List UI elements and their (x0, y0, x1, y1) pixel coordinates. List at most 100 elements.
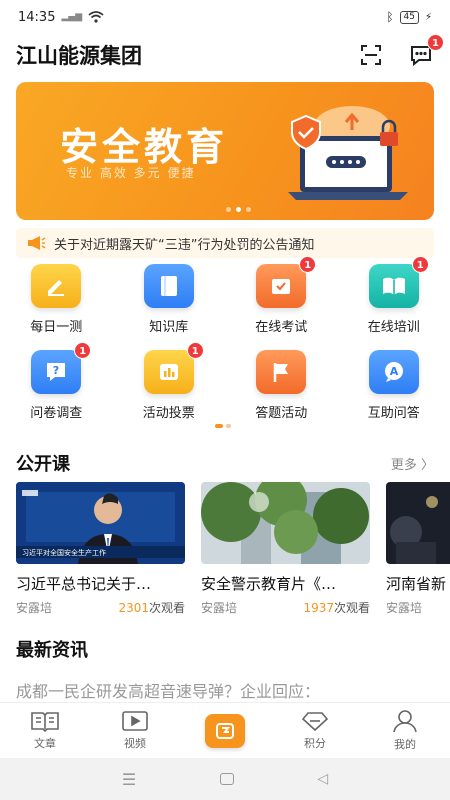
tab-points[interactable]: 积分 (270, 703, 360, 758)
question-bubble-icon: ? 1 (31, 342, 92, 394)
wifi-icon (88, 11, 104, 23)
more-label: 更多 (390, 457, 417, 473)
scan-button[interactable] (358, 42, 384, 68)
course-thumbnail (386, 482, 450, 564)
messages-button[interactable]: 1 (408, 34, 444, 68)
open-book-icon: 1 (368, 256, 429, 308)
profile-icon (393, 710, 417, 733)
flag-icon (256, 350, 307, 394)
grid-pagination (215, 424, 231, 428)
news-headline[interactable]: 成都一民企研发高超音速导弹？企业回应： (16, 678, 434, 702)
tab-label: 我的 (394, 738, 416, 751)
feature-grid: 每日一测 知识库 1 在线考试 1 在线培训 ? 1 问卷调查 1 活动投票 答… (0, 256, 450, 436)
thumbnail-caption: 习近平对全国安全生产工作 (22, 549, 106, 557)
course-views: 2301次观看 (118, 599, 185, 616)
banner-carousel[interactable]: 安全教育 专业 高效 多元 便捷 (16, 82, 434, 220)
chevron-right-icon: 〉 (420, 457, 434, 473)
tab-profile[interactable]: 我的 (360, 703, 450, 758)
grid-item-mutual-qa[interactable]: A 互助问答 (338, 350, 450, 436)
banner-subtitle: 专业 高效 多元 便捷 (66, 166, 196, 180)
views-count: 2301 (118, 601, 149, 615)
tab-video[interactable]: 视频 (90, 703, 180, 758)
tab-label: 积分 (304, 737, 326, 750)
tab-home-center[interactable] (180, 703, 270, 758)
views-suffix: 次观看 (148, 601, 185, 615)
grid-label: 问卷调查 (30, 406, 83, 421)
course-thumbnail: 习近平对全国安全生产工作 (16, 482, 185, 564)
grid-item-online-exam[interactable]: 1 在线考试 (225, 256, 338, 350)
course-carousel: 习近平对全国安全生产工作 习近平总书记关于… 安露培 2301次观看 安全警示教… (16, 482, 450, 622)
grid-label: 活动投票 (142, 406, 195, 421)
banner-dot (246, 207, 251, 212)
grid-badge: 1 (74, 342, 92, 359)
news-header: 最新资讯 (16, 636, 434, 662)
course-title: 河南省新 (386, 575, 447, 593)
city-trees-image (201, 482, 370, 564)
pencil-icon (31, 264, 82, 308)
course-thumbnail (201, 482, 370, 564)
course-author: 安露培 (386, 601, 423, 615)
open-course-header: 公开课 更多 〉 (16, 450, 434, 476)
bar-chart-icon: 1 (143, 342, 204, 394)
laptop-security-illustration (288, 106, 408, 200)
grid-item-daily-test[interactable]: 每日一测 (0, 264, 113, 350)
grid-label: 每日一测 (30, 320, 83, 335)
back-nav-icon[interactable]: ◁ (317, 771, 328, 787)
grid-label: 在线考试 (255, 320, 308, 335)
home-nav-icon[interactable] (219, 773, 234, 785)
bluetooth-icon: ᛒ (386, 10, 394, 24)
grid-label: 互助问答 (367, 406, 420, 421)
grid-page-dot-active (215, 424, 223, 428)
points-icon (301, 712, 329, 732)
app-header: 江山能源集团 1 (0, 34, 450, 76)
battery-indicator: 45 (399, 10, 419, 24)
charging-icon: ⚡ (424, 11, 432, 23)
banner-pagination (226, 207, 251, 212)
grid-badge: 1 (299, 256, 317, 273)
exam-check-icon: 1 (256, 256, 317, 308)
course-card[interactable]: 安全警示教育片《… 安露培 1937次观看 (201, 482, 370, 622)
course-card[interactable]: 习近平对全国安全生产工作 习近平总书记关于… 安露培 2301次观看 (16, 482, 185, 622)
message-badge: 1 (427, 34, 444, 51)
grid-label: 在线培训 (367, 320, 420, 335)
course-title: 习近平总书记关于… (16, 575, 152, 593)
tab-label: 文章 (34, 737, 56, 750)
page-title: 江山能源集团 (16, 44, 142, 68)
signal-icon: ▂▄▆ (61, 12, 83, 22)
svg-text:?: ? (53, 364, 59, 377)
section-title: 公开课 (16, 454, 70, 475)
grid-page-dot (226, 424, 231, 428)
night-scene-image (386, 482, 450, 564)
system-navigation-bar: ☰ ◁ (0, 758, 450, 800)
notice-bar[interactable]: 关于对近期露天矿“三违”行为处罚的公告通知 (16, 228, 434, 258)
tab-article[interactable]: 文章 (0, 703, 90, 758)
scan-icon (361, 45, 381, 65)
article-icon (31, 712, 59, 732)
banner-dot (226, 207, 231, 212)
course-author: 安露培 (201, 601, 238, 615)
more-link[interactable]: 更多 〉 (391, 454, 434, 473)
svg-text:A: A (389, 365, 398, 378)
grid-item-online-training[interactable]: 1 在线培训 (338, 256, 450, 350)
grid-badge: 1 (411, 256, 429, 273)
bottom-tab-bar: 文章 视频 积分 我的 (0, 702, 450, 758)
banner-dot-active (236, 207, 241, 212)
answer-bubble-icon: A (368, 350, 419, 394)
status-time: 14:35 (18, 9, 56, 25)
views-suffix: 次观看 (333, 601, 370, 615)
course-card[interactable]: 河南省新 安露培 (386, 482, 450, 622)
grid-label: 知识库 (149, 320, 189, 335)
grid-badge: 1 (186, 342, 204, 359)
course-title: 安全警示教育片《… (201, 575, 337, 593)
course-views: 1937次观看 (303, 599, 370, 616)
video-icon (122, 711, 148, 731)
status-bar: 14:35 ▂▄▆ ᛒ 45 ⚡ (0, 0, 450, 34)
grid-item-knowledge-base[interactable]: 知识库 (113, 264, 226, 350)
grid-item-voting[interactable]: 1 活动投票 (113, 342, 226, 436)
grid-item-quiz-activity[interactable]: 答题活动 (225, 350, 338, 436)
book-icon (143, 264, 194, 308)
menu-nav-icon[interactable]: ☰ (122, 770, 136, 789)
banner-title: 安全教育 (60, 125, 229, 169)
megaphone-icon (28, 236, 46, 250)
grid-item-survey[interactable]: ? 1 问卷调查 (0, 342, 113, 436)
